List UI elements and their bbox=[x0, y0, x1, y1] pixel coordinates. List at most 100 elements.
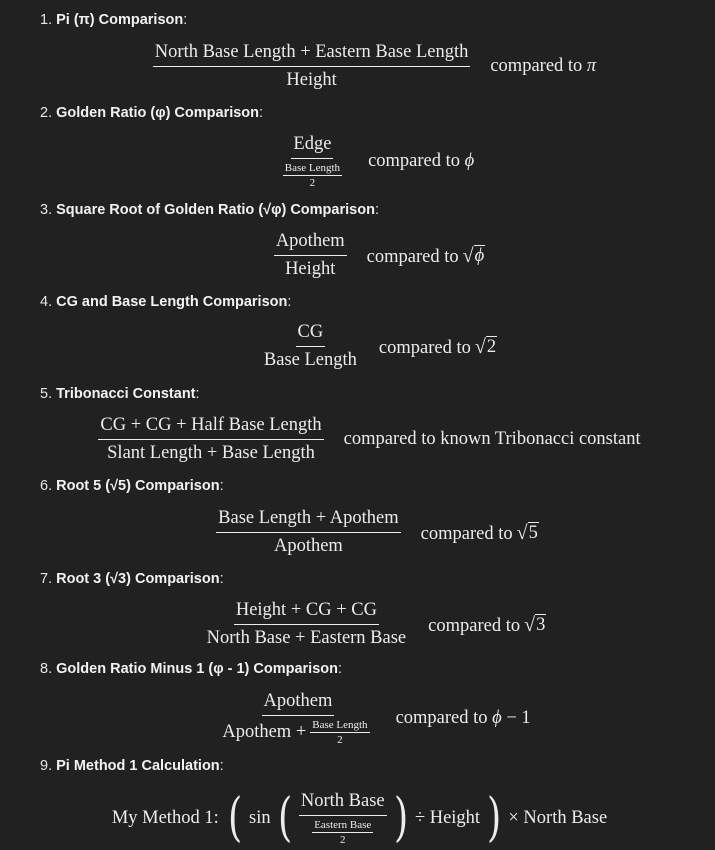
numerator: North Base Length + Eastern Base Length bbox=[152, 42, 471, 67]
numerator: Apothem bbox=[261, 691, 335, 716]
fraction: CG Base Length bbox=[262, 322, 359, 371]
comparison: compared to √ 3 bbox=[428, 613, 547, 637]
item-title: Pi Method 1 Calculation bbox=[56, 758, 220, 774]
compare-text: compared to bbox=[368, 151, 461, 171]
item-number: 5. bbox=[40, 386, 53, 402]
sqrt-5: √ 5 bbox=[516, 521, 539, 544]
numerator: Apothem bbox=[273, 231, 347, 256]
comparison: compared to ϕ bbox=[368, 151, 474, 172]
comparison: compared to π bbox=[490, 56, 596, 77]
comparison: compared to √ ϕ bbox=[367, 244, 486, 268]
item-number: 9. bbox=[40, 758, 53, 774]
item-number: 1. bbox=[40, 12, 53, 28]
fraction: North Base Length + Eastern Base Length … bbox=[152, 42, 471, 91]
heading-9: 9. Pi Method 1 Calculation: bbox=[40, 757, 224, 775]
heading-6: 6. Root 5 (√5) Comparison: bbox=[40, 477, 224, 495]
phi-symbol: ϕ bbox=[492, 708, 502, 728]
item-title: Golden Ratio (φ) Comparison bbox=[56, 105, 260, 121]
open-paren-outer: ( bbox=[227, 788, 242, 848]
item-colon: : bbox=[374, 202, 379, 218]
heading-5: 5. Tribonacci Constant: bbox=[40, 385, 200, 403]
denominator: Height bbox=[285, 259, 336, 279]
formula-4: CG Base Length compared to √ 2 bbox=[0, 322, 715, 371]
compare-text: compared to bbox=[395, 708, 488, 728]
close-paren-inner: ) bbox=[393, 788, 408, 848]
formula-2: Edge Base Length 2 compared to ϕ bbox=[0, 134, 715, 189]
pi-symbol: π bbox=[586, 56, 597, 76]
fraction: Height + CG + CG North Base + Eastern Ba… bbox=[205, 600, 409, 649]
numerator: CG + CG + Half Base Length bbox=[98, 415, 324, 440]
numerator: CG bbox=[295, 322, 326, 347]
sqrt-2: √ 2 bbox=[474, 335, 498, 358]
sqrt-argument: ϕ bbox=[473, 244, 486, 266]
formula-3: Apothem Height compared to √ ϕ bbox=[0, 231, 715, 280]
sqrt-argument: 3 bbox=[535, 613, 547, 635]
item-title: Golden Ratio Minus 1 (φ - 1) Comparison bbox=[56, 661, 338, 677]
item-colon: : bbox=[219, 571, 224, 587]
comparison: compared to √ 2 bbox=[378, 335, 498, 359]
comparison: compared to √ 5 bbox=[421, 521, 539, 545]
formula-1: North Base Length + Eastern Base Length … bbox=[0, 42, 715, 91]
sub-numerator: Eastern Base bbox=[312, 818, 374, 833]
divide-height: ÷ Height bbox=[414, 807, 481, 828]
item-number: 7. bbox=[40, 571, 53, 587]
fraction: Base Length + Apothem Apothem bbox=[216, 508, 401, 557]
item-colon: : bbox=[287, 294, 292, 310]
formula-6: Base Length + Apothem Apothem compared t… bbox=[0, 508, 715, 557]
comparison: compared to ϕ − 1 bbox=[396, 708, 531, 729]
sub-denominator: 2 bbox=[337, 734, 343, 746]
compare-text: compared to bbox=[378, 337, 471, 358]
denominator-prefix: Apothem + bbox=[222, 722, 307, 742]
denominator: Apothem bbox=[273, 536, 343, 556]
denominator: Slant Length + Base Length bbox=[107, 443, 315, 463]
heading-1: 1. Pi (π) Comparison: bbox=[40, 11, 187, 29]
item-colon: : bbox=[183, 12, 188, 28]
times-north-base: × North Base bbox=[508, 807, 608, 828]
heading-4: 4. CG and Base Length Comparison: bbox=[40, 293, 291, 311]
sub-numerator: Base Length bbox=[282, 162, 343, 176]
heading-7: 7. Root 3 (√3) Comparison: bbox=[40, 570, 224, 588]
item-colon: : bbox=[195, 386, 200, 402]
item-number: 6. bbox=[40, 478, 53, 494]
denominator: Base Length 2 bbox=[277, 159, 348, 189]
fraction: CG + CG + Half Base Length Slant Length … bbox=[98, 415, 324, 464]
formula-9: My Method 1: ( sin ( North Base Eastern … bbox=[0, 790, 715, 846]
heading-3: 3. Square Root of Golden Ratio (√φ) Comp… bbox=[40, 201, 379, 219]
denominator: Eastern Base 2 bbox=[306, 816, 379, 846]
item-colon: : bbox=[259, 105, 264, 121]
item-number: 3. bbox=[40, 202, 53, 218]
compare-text: compared to bbox=[366, 246, 459, 267]
phi-symbol: ϕ bbox=[464, 151, 475, 171]
sqrt-argument: 5 bbox=[527, 521, 539, 543]
heading-2: 2. Golden Ratio (φ) Comparison: bbox=[40, 104, 263, 122]
fraction: Edge Base Length 2 bbox=[277, 134, 348, 189]
heading-8: 8. Golden Ratio Minus 1 (φ - 1) Comparis… bbox=[40, 660, 342, 678]
open-paren-inner: ( bbox=[277, 788, 292, 848]
compare-text: compared to bbox=[490, 56, 583, 76]
sub-denominator: 2 bbox=[340, 833, 346, 846]
item-title: Pi (π) Comparison bbox=[56, 12, 184, 28]
method-label: My Method 1: bbox=[111, 807, 219, 828]
sqrt-phi: √ ϕ bbox=[462, 244, 486, 267]
minus-one: − 1 bbox=[506, 708, 531, 728]
item-title: Root 5 (√5) Comparison bbox=[56, 478, 220, 494]
fraction: Apothem Apothem + Base Length 2 bbox=[220, 691, 375, 746]
sin-function: sin bbox=[249, 807, 271, 828]
item-title: Tribonacci Constant bbox=[56, 386, 196, 402]
denominator: North Base + Eastern Base bbox=[206, 628, 407, 648]
denominator: Apothem + Base Length 2 bbox=[220, 716, 375, 746]
sqrt-3: √ 3 bbox=[524, 613, 547, 636]
numerator: Base Length + Apothem bbox=[216, 508, 401, 533]
denominator: Height bbox=[286, 70, 337, 90]
item-title: Square Root of Golden Ratio (√φ) Compari… bbox=[56, 202, 375, 218]
formula-8: Apothem Apothem + Base Length 2 compared… bbox=[0, 691, 715, 746]
sub-fraction: Eastern Base 2 bbox=[312, 818, 374, 846]
denominator: Base Length bbox=[263, 350, 357, 370]
sub-denominator: 2 bbox=[309, 177, 316, 189]
fraction: Apothem Height bbox=[273, 231, 347, 280]
compare-text: compared to bbox=[428, 615, 521, 636]
formula-5: CG + CG + Half Base Length Slant Length … bbox=[0, 415, 715, 464]
close-paren-outer: ) bbox=[487, 788, 502, 848]
item-number: 2. bbox=[40, 105, 53, 121]
sub-numerator: Base Length bbox=[310, 719, 370, 733]
